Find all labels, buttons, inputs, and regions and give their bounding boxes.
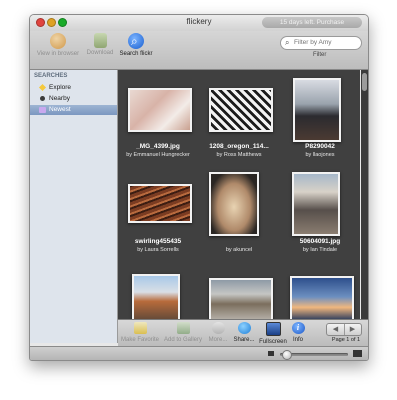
- photo-author: by Ian Tindale: [302, 247, 338, 253]
- photo-thumbnail[interactable]: [209, 172, 259, 236]
- status-bar: [30, 346, 368, 360]
- page-indicator: Page 1 of 1: [331, 337, 361, 343]
- sidebar-item-newest[interactable]: Newest: [30, 105, 117, 115]
- bottom-action-bar: Make Favorite Add to Gallery More... Sha…: [118, 319, 368, 347]
- filter-input[interactable]: [294, 38, 356, 47]
- photo-name: 1208_oregon_114...: [209, 143, 269, 150]
- sidebar-item-explore[interactable]: Explore: [30, 83, 117, 93]
- view-in-browser-label: View in browser: [36, 51, 80, 57]
- toolbar: View in browser Download Search flickr ⌕…: [30, 31, 368, 70]
- fullscreen-label: Fullscreen: [259, 339, 287, 345]
- photo-thumbnail[interactable]: [128, 184, 192, 223]
- fullscreen-icon: [265, 322, 281, 336]
- share-button[interactable]: Share...: [232, 322, 256, 343]
- download-button[interactable]: Download: [84, 33, 116, 56]
- nearby-dot-icon: [40, 96, 45, 101]
- photo-thumbnail[interactable]: [290, 276, 354, 319]
- photo-thumbnail[interactable]: [209, 88, 273, 132]
- sidebar-heading-searches: SEARCHES: [34, 73, 68, 79]
- make-favorite-button[interactable]: Make Favorite: [120, 322, 160, 343]
- photo-thumbnail[interactable]: [292, 172, 340, 236]
- trial-purchase-button[interactable]: 15 days left. Purchase: [262, 17, 362, 28]
- search-icon: ⌕: [285, 38, 290, 47]
- more-icon: [211, 322, 225, 334]
- photo-author: by akuncel: [225, 247, 253, 253]
- photo-author: by Emmanuel Hungrecker: [126, 152, 190, 158]
- share-icon: [237, 322, 251, 334]
- sidebar-item-label: Explore: [49, 84, 72, 91]
- fullscreen-button[interactable]: Fullscreen: [258, 322, 288, 345]
- photo-name: swirling455435: [134, 238, 182, 245]
- photo-author: by llaojones: [305, 152, 335, 158]
- thumbnail-size-slider-knob[interactable]: [282, 350, 292, 360]
- photo-grid[interactable]: _MG_4399.jpg by Emmanuel Hungrecker 1208…: [118, 70, 360, 319]
- download-label: Download: [86, 50, 114, 56]
- photo-thumbnail[interactable]: [132, 274, 180, 319]
- filter-search-field[interactable]: ⌕: [280, 36, 362, 50]
- small-thumbnail-icon: [268, 351, 274, 356]
- search-flickr-label: Search flickr: [119, 51, 153, 57]
- download-icon: [93, 33, 107, 48]
- newest-folder-icon: [39, 107, 46, 113]
- sidebar-item-label: Nearby: [49, 95, 70, 102]
- explore-star-icon: [38, 83, 47, 92]
- sidebar-item-nearby[interactable]: Nearby: [30, 94, 117, 104]
- next-page-button[interactable]: ▶: [344, 324, 361, 335]
- scrollbar-thumb[interactable]: [362, 73, 367, 91]
- thumbnail-size-slider[interactable]: [280, 350, 348, 360]
- search-flickr-button[interactable]: Search flickr: [118, 33, 154, 57]
- photo-thumbnail[interactable]: [293, 78, 341, 142]
- app-window: flickery 15 days left. Purchase View in …: [29, 14, 369, 361]
- add-to-gallery-label: Add to Gallery: [163, 337, 203, 343]
- title-bar[interactable]: flickery 15 days left. Purchase: [30, 15, 368, 31]
- photo-name: P8290042: [305, 143, 335, 150]
- vertical-scrollbar[interactable]: [361, 70, 368, 319]
- large-thumbnail-icon: [353, 350, 362, 357]
- info-button[interactable]: i Info: [290, 322, 306, 343]
- photo-author: by Ross Matthews: [216, 152, 262, 158]
- info-icon: i: [291, 322, 305, 334]
- photo-name: 50604091.jpg: [299, 238, 341, 245]
- favorite-star-icon: [133, 322, 147, 334]
- add-to-gallery-button[interactable]: Add to Gallery: [162, 322, 204, 343]
- make-favorite-label: Make Favorite: [120, 337, 159, 343]
- share-label: Share...: [233, 337, 255, 343]
- filter-label: Filter: [313, 52, 327, 58]
- sidebar: SEARCHES Explore Nearby Newest: [30, 70, 118, 343]
- view-in-browser-button[interactable]: View in browser: [34, 33, 82, 57]
- photo-name: _MG_4399.jpg: [136, 143, 180, 150]
- info-label: Info: [292, 337, 303, 343]
- view-in-browser-icon: [50, 33, 66, 49]
- search-flickr-icon: [128, 33, 144, 49]
- more-label: More...: [208, 337, 228, 343]
- photo-author: by Laura Sorrells: [137, 247, 179, 253]
- pager-control: ◀ ▶: [326, 323, 362, 336]
- more-button[interactable]: More...: [206, 322, 230, 343]
- gallery-icon: [176, 322, 190, 334]
- previous-page-button[interactable]: ◀: [327, 324, 345, 335]
- sidebar-item-label: Newest: [49, 106, 71, 113]
- photo-thumbnail[interactable]: [209, 278, 273, 319]
- photo-thumbnail[interactable]: [128, 88, 192, 132]
